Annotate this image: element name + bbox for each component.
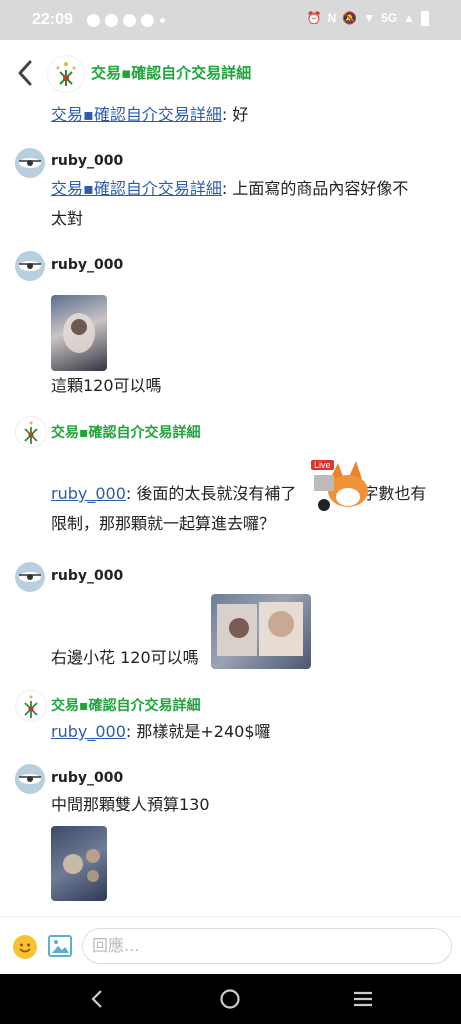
user-avatar[interactable] [15, 148, 45, 178]
chat-title: 交易▪確認自介交易詳細 [91, 64, 252, 82]
fox-sticker[interactable]: Live [308, 457, 370, 515]
nav-back-icon[interactable] [86, 987, 110, 1011]
more-notifications-icon [159, 17, 165, 23]
message-text: 交易▪確認自介交易詳細: 上面寫的商品內容好像不 太對 [51, 179, 409, 228]
sender-name[interactable]: 交易▪確認自介交易詳細 [51, 695, 201, 715]
status-time: 22:09 [32, 11, 73, 28]
bird-logo-icon [56, 62, 76, 86]
mention-link[interactable]: 交易▪確認自介交易詳細 [51, 105, 222, 124]
eye-avatar-icon [19, 158, 41, 168]
nfc-icon: N [327, 11, 337, 25]
nav-recents-icon[interactable] [351, 987, 375, 1011]
messenger-icon [86, 13, 100, 27]
message-text: 這顆120可以嗎 [51, 376, 162, 395]
sender-name[interactable]: ruby_000 [51, 568, 123, 584]
message-text: 右邊小花 120可以嗎 [51, 648, 199, 667]
sender-name[interactable]: ruby_000 [51, 257, 123, 273]
emoji-icon[interactable] [13, 935, 37, 959]
mention-link[interactable]: 交易▪確認自介交易詳細 [51, 179, 222, 198]
back-arrow-icon[interactable] [14, 58, 36, 88]
status-bar: 22:09 ⏰ N 🔕 ▼ 5G ▲ [0, 0, 461, 40]
bird-logo-icon [24, 695, 38, 718]
mention-link[interactable]: ruby_000 [51, 484, 126, 503]
system-icons: ⏰ N 🔕 ▼ 5G ▲ [307, 11, 429, 26]
eye-avatar-icon [19, 261, 41, 271]
chat-header: 交易▪確認自介交易詳細 [0, 40, 461, 106]
group-avatar[interactable] [15, 416, 47, 448]
battery-icon [421, 11, 429, 26]
notification-icons [86, 13, 154, 27]
mention-link[interactable]: ruby_000 [51, 722, 126, 741]
sender-name[interactable]: ruby_000 [51, 770, 123, 786]
user-avatar[interactable] [15, 251, 45, 281]
message-text: ruby_000: 後面的太長就沒有補了 字數也有 限制，那那顆就一起算進去囉？ [51, 484, 427, 533]
photo-attachment[interactable] [51, 295, 107, 371]
wifi-icon: ▼ [363, 11, 376, 25]
image-picker-icon[interactable] [48, 935, 72, 957]
message-composer: 回應... [0, 916, 461, 975]
messenger-icon [122, 13, 136, 27]
alarm-icon: ⏰ [306, 11, 322, 25]
sender-name[interactable]: ruby_000 [51, 153, 123, 169]
messenger-icon [104, 13, 118, 27]
live-badge: Live [311, 460, 334, 470]
bird-logo-icon [24, 421, 38, 444]
message-text: 中間那顆雙人預算130 [51, 795, 210, 814]
system-nav-bar [0, 974, 461, 1024]
group-avatar[interactable] [47, 55, 85, 93]
message-text: ruby_000: 那樣就是+240$囉 [51, 722, 271, 741]
mute-icon: 🔕 [342, 11, 358, 25]
nav-home-icon[interactable] [218, 987, 242, 1011]
eye-avatar-icon [19, 774, 41, 784]
signal-icon: ▲ [403, 11, 415, 25]
message-text: 交易▪確認自介交易詳細: 好 [51, 105, 249, 124]
group-avatar[interactable] [15, 690, 47, 722]
user-avatar[interactable] [15, 764, 45, 794]
messenger-icon [140, 13, 154, 27]
user-avatar[interactable] [15, 562, 45, 592]
sender-name[interactable]: 交易▪確認自介交易詳細 [51, 422, 201, 442]
photo-attachment[interactable] [211, 594, 311, 669]
eye-avatar-icon [19, 572, 41, 582]
network-label: 5G [381, 11, 398, 25]
photo-attachment[interactable] [51, 826, 107, 901]
reply-input[interactable]: 回應... [82, 928, 452, 964]
